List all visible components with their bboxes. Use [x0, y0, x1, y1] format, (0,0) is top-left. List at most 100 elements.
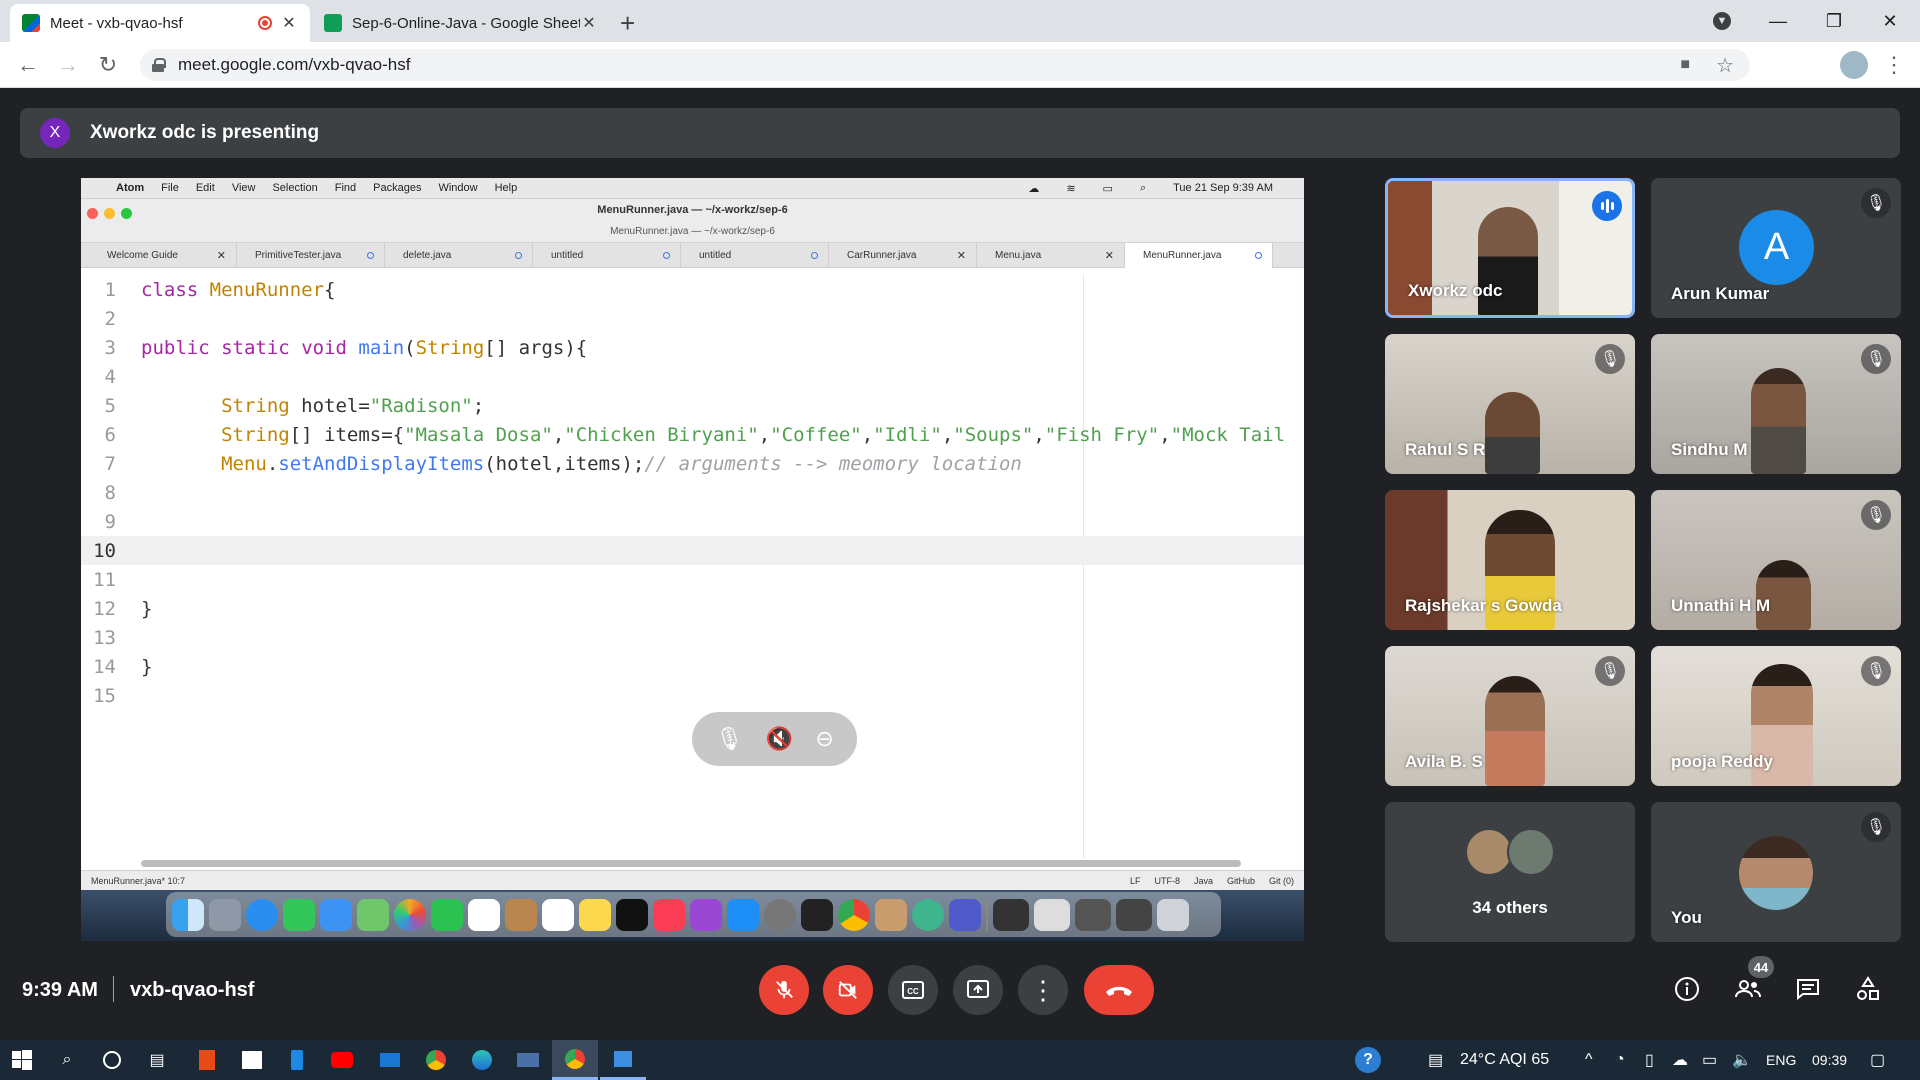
windows-start-icon[interactable]	[10, 1048, 34, 1072]
bookmark-star-icon[interactable]: ☆	[1716, 53, 1734, 78]
phone-icon[interactable]	[285, 1048, 309, 1072]
status-git: Git (0)	[1268, 875, 1294, 886]
youtube-icon[interactable]	[330, 1048, 354, 1072]
remove-icon[interactable]: ⊖	[815, 726, 833, 752]
new-tab-button[interactable]: +	[620, 8, 635, 39]
mail-icon	[320, 898, 352, 931]
tab-meet[interactable]: Meet - vxb-qvao-hsf ✕	[10, 4, 310, 42]
battery-icon[interactable]: ▯	[1645, 1040, 1654, 1080]
volume-icon[interactable]: 🔈	[1732, 1040, 1752, 1080]
status-line-ending: LF	[1129, 875, 1141, 886]
mic-toggle-button[interactable]	[759, 965, 809, 1015]
store-icon[interactable]	[240, 1048, 264, 1072]
participant-tile[interactable]: Xworkz odc	[1385, 178, 1635, 318]
tab-sheets[interactable]: Sep-6-Online-Java - Google Sheets ✕	[312, 4, 610, 42]
presenting-banner: X Xworkz odc is presenting	[20, 108, 1900, 158]
notifications-icon[interactable]: ▢	[1870, 1040, 1885, 1080]
muted-mic-icon: 🎙	[1861, 188, 1891, 218]
participant-tile[interactable]: 🎙 pooja Reddy	[1651, 646, 1901, 786]
folder-icon[interactable]	[516, 1048, 540, 1072]
language-indicator[interactable]: ENG	[1766, 1040, 1796, 1080]
taskbar-clock[interactable]: 09:39	[1812, 1040, 1847, 1080]
contacts-icon	[505, 898, 537, 931]
app-active[interactable]	[600, 1040, 646, 1080]
mic-off-icon[interactable]: 🎙	[715, 726, 743, 752]
presenter-avatar: X	[40, 118, 70, 148]
camera-icon[interactable]: ■	[1680, 56, 1690, 74]
meeting-time: 9:39 AM	[22, 979, 98, 1001]
presenting-text: Xworkz odc is presenting	[90, 122, 320, 143]
participant-tile[interactable]: A 🎙 Arun Kumar	[1651, 178, 1901, 318]
meeting-details-button[interactable]	[1672, 974, 1702, 1004]
close-window-button[interactable]: ✕	[1862, 0, 1918, 42]
cloud-icon: ☁	[1028, 182, 1040, 195]
code-line: 15	[93, 684, 116, 707]
modified-dot-icon	[515, 252, 522, 259]
profile-avatar[interactable]	[1840, 51, 1868, 79]
more-vert-icon: ⋮	[1030, 974, 1056, 1005]
google-meet-icon	[22, 14, 40, 32]
forward-arrow-icon[interactable]: →	[54, 52, 82, 78]
office-icon[interactable]	[195, 1048, 219, 1072]
people-button[interactable]	[1733, 974, 1763, 1004]
code-line: 4	[104, 365, 116, 388]
chrome-icon[interactable]	[424, 1048, 448, 1072]
participant-tile[interactable]: 🎙 Avila B. S	[1385, 646, 1635, 786]
music-icon	[653, 898, 685, 931]
editor-tab: CarRunner.java ✕	[829, 243, 977, 268]
chat-button[interactable]	[1793, 974, 1823, 1004]
speaker-off-icon[interactable]: 🔇	[766, 726, 793, 752]
task-view-icon[interactable]: ▤	[145, 1048, 169, 1072]
self-tile[interactable]: 🎙 You	[1651, 802, 1901, 942]
menu-edit: Edit	[195, 182, 215, 194]
app-store-icon	[727, 898, 759, 931]
url-field[interactable]: meet.google.com/vxb-qvao-hsf ■ ☆	[140, 49, 1750, 81]
participant-avatar: A	[1739, 210, 1814, 285]
participant-tile[interactable]: 🎙 Rahul S R	[1385, 334, 1635, 474]
camera-toggle-button[interactable]	[823, 965, 873, 1015]
help-icon[interactable]: ?	[1355, 1040, 1381, 1080]
participant-tile[interactable]: 🎙 Unnathi H M	[1651, 490, 1901, 630]
code-line: 7 Menu.setAndDisplayItems(hotel,items);/…	[104, 452, 1022, 475]
participant-tile[interactable]: Rajshekar s Gowda	[1385, 490, 1635, 630]
editor-tab: delete.java	[385, 243, 533, 268]
battery-saver-icon[interactable]: ▭	[1702, 1040, 1717, 1080]
others-tile[interactable]: 34 others	[1385, 802, 1635, 942]
reload-icon[interactable]: ↻	[94, 52, 122, 78]
chrome-active-app[interactable]	[552, 1040, 598, 1080]
search-icon[interactable]: ⌕	[55, 1048, 79, 1072]
news-weather-icon[interactable]: ▤	[1428, 1040, 1443, 1080]
editor-tab-active: MenuRunner.java	[1125, 243, 1273, 268]
trash-icon	[1157, 898, 1189, 931]
menu-help: Help	[494, 182, 518, 194]
restore-button[interactable]: ❐	[1806, 0, 1862, 42]
more-options-button[interactable]: ⋮	[1018, 965, 1068, 1015]
weather-text[interactable]: 24°C AQI 65	[1460, 1040, 1549, 1080]
chevron-up-icon[interactable]: ^	[1585, 1040, 1593, 1080]
tab-search-icon[interactable]: ▼	[1694, 0, 1750, 42]
network-icon[interactable]: ◔	[1615, 1040, 1625, 1080]
close-tab-icon[interactable]: ✕	[580, 13, 598, 33]
script-editor-icon	[875, 898, 907, 931]
close-icon: ✕	[1104, 250, 1114, 262]
close-tab-icon[interactable]: ✕	[280, 13, 298, 33]
back-arrow-icon[interactable]: ←	[14, 52, 42, 78]
present-button[interactable]	[953, 965, 1003, 1015]
browser-menu-icon[interactable]: ⋮	[1880, 52, 1908, 78]
editor-tab: untitled	[681, 243, 829, 268]
participant-tile[interactable]: 🎙 Sindhu M	[1651, 334, 1901, 474]
captions-button[interactable]: CC	[888, 965, 938, 1015]
cloud-off-icon[interactable]: ☁	[1672, 1040, 1688, 1080]
mac-dock	[166, 892, 1221, 937]
messages-icon	[283, 898, 315, 931]
minimize-button[interactable]: —	[1750, 0, 1806, 42]
apple-tv-icon	[616, 898, 648, 931]
activities-button[interactable]	[1853, 974, 1883, 1004]
leave-call-button[interactable]	[1084, 965, 1154, 1015]
mail-icon[interactable]	[378, 1048, 402, 1072]
edge-icon[interactable]	[470, 1048, 494, 1072]
code-line: 1 class MenuRunner{	[104, 278, 336, 301]
cortana-icon[interactable]	[100, 1048, 124, 1072]
tab-title: Meet - vxb-qvao-hsf	[50, 14, 183, 32]
notes-icon	[579, 898, 611, 931]
